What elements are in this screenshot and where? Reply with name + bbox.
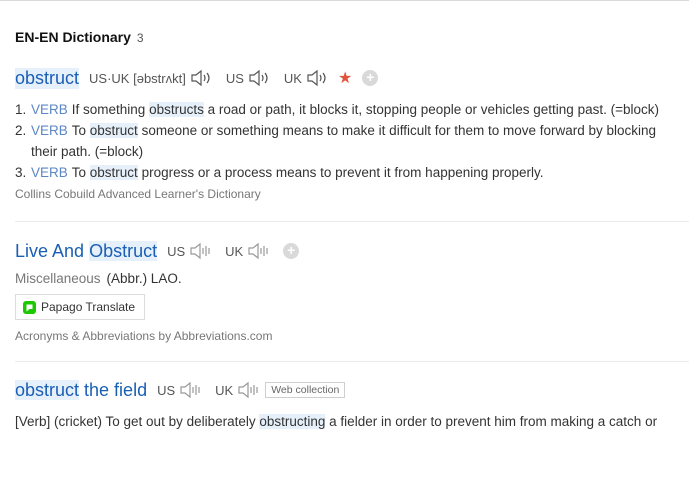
- headword-text: Live And: [15, 240, 90, 261]
- top-border: [0, 0, 689, 1]
- definition-item: 3. VERB To obstruct progress or a process…: [15, 162, 689, 183]
- entry-head: obstruct the field US UK Web collection: [15, 377, 689, 403]
- pronunciation-bar: US·UK [əbstrʌkt] US UK ★ +: [89, 68, 379, 88]
- pron-uk: UK: [284, 69, 328, 87]
- headword-link[interactable]: obstruct: [15, 67, 80, 89]
- headword-link[interactable]: Live And Obstruct: [15, 240, 158, 262]
- speaker-icon[interactable]: [190, 69, 212, 87]
- headword-text: the field: [79, 379, 148, 400]
- speaker-icon[interactable]: [306, 69, 328, 87]
- highlighted-term: obstruct: [89, 165, 138, 180]
- add-icon[interactable]: +: [362, 70, 379, 86]
- papago-translate-button[interactable]: Papago Translate: [15, 294, 146, 320]
- papago-icon: [23, 300, 36, 314]
- definition-number: 1.: [15, 102, 27, 117]
- web-collection-badge: Web collection: [265, 382, 346, 398]
- pron-us: US: [167, 242, 211, 260]
- entry-head: Live And Obstruct US UK +: [15, 238, 689, 264]
- source-link[interactable]: Collins Cobuild Advanced Learner's Dicti…: [15, 187, 689, 201]
- entry-obstruct-the-field: obstruct the field US UK Web collection …: [15, 377, 689, 432]
- highlighted-term: obstruct: [89, 123, 138, 138]
- definition-text: a road or path, it blocks it, stopping p…: [203, 102, 659, 117]
- add-icon[interactable]: +: [283, 243, 300, 259]
- speaker-icon[interactable]: [179, 381, 201, 399]
- pronunciation-bar: US UK Web collection: [157, 381, 346, 399]
- definition-number: 3.: [15, 165, 27, 180]
- pron-ipa: [əbstrʌkt]: [133, 70, 186, 86]
- pron-us: US: [226, 69, 270, 87]
- entry-obstruct: obstruct US·UK [əbstrʌkt] US UK ★ + 1. V…: [15, 65, 689, 201]
- definition-number: 2.: [15, 123, 27, 138]
- dictionary-title: EN-EN Dictionary: [15, 29, 131, 45]
- pron-us-label: US: [167, 243, 186, 259]
- definition-text: To: [71, 165, 90, 180]
- definition-text: progress or a process means to prevent i…: [137, 165, 544, 180]
- entry-live-and-obstruct: Live And Obstruct US UK + Miscellaneous (…: [15, 238, 689, 343]
- divider: [15, 221, 689, 222]
- part-of-speech: VERB: [31, 165, 68, 180]
- pron-us-label: US: [225, 70, 244, 86]
- definition-text: To: [71, 123, 90, 138]
- misc-value: (Abbr.) LAO.: [106, 271, 182, 286]
- part-of-speech: VERB: [31, 102, 68, 117]
- entry-definition: [Verb] (cricket) To get out by deliberat…: [15, 411, 689, 432]
- entry-head: obstruct US·UK [əbstrʌkt] US UK ★ +: [15, 65, 689, 91]
- pron-usuk: US·UK [əbstrʌkt]: [89, 69, 212, 87]
- highlighted-term: obstructs: [149, 102, 204, 117]
- speaker-icon[interactable]: [248, 69, 270, 87]
- pron-uk: UK: [215, 381, 259, 399]
- dictionary-header: EN-EN Dictionary 3: [15, 29, 144, 45]
- highlighted-term: obstructing: [259, 414, 326, 429]
- pron-us: US: [157, 381, 201, 399]
- pron-uk: UK: [225, 242, 269, 260]
- pron-us-label: US: [157, 382, 176, 398]
- speaker-icon[interactable]: [247, 242, 269, 260]
- pronunciation-bar: US UK +: [167, 242, 300, 260]
- pron-uk-label: UK: [283, 70, 302, 86]
- part-of-speech: VERB: [31, 123, 68, 138]
- divider: [15, 361, 689, 362]
- definition-item: 2. VERB To obstruct someone or something …: [15, 120, 689, 162]
- definition-list: 1. VERB If something obstructs a road or …: [15, 99, 689, 183]
- misc-row: Miscellaneous (Abbr.) LAO.: [15, 271, 689, 286]
- headword-link[interactable]: obstruct the field: [15, 379, 148, 401]
- highlighted-term: Obstruct: [89, 240, 158, 261]
- papago-label: Papago Translate: [41, 300, 136, 314]
- definition-text: If something: [71, 102, 150, 117]
- speaker-icon[interactable]: [237, 381, 259, 399]
- star-icon[interactable]: ★: [338, 68, 352, 88]
- definition-text: a fielder in order to prevent him from m…: [325, 414, 658, 429]
- definition-text: [Verb] (cricket) To get out by deliberat…: [15, 414, 260, 429]
- result-count: 3: [136, 31, 144, 45]
- highlighted-term: obstruct: [15, 379, 80, 400]
- definition-item: 1. VERB If something obstructs a road or …: [15, 99, 689, 120]
- speaker-icon[interactable]: [189, 242, 211, 260]
- pron-uk-label: UK: [215, 382, 234, 398]
- pron-usuk-label: US·UK: [89, 70, 130, 86]
- category-label: Miscellaneous: [15, 271, 101, 286]
- pron-uk-label: UK: [225, 243, 244, 259]
- source-link[interactable]: Acronyms & Abbreviations by Abbreviation…: [15, 329, 689, 343]
